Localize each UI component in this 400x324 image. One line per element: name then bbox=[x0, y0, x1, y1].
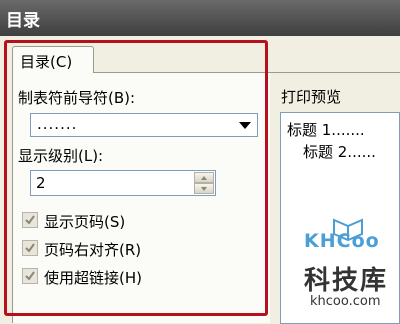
preview-heading-2: 标题 2...... bbox=[303, 143, 376, 161]
watermark-name: 科技库 bbox=[304, 266, 389, 296]
watermark-url: khcoo.com bbox=[310, 294, 381, 309]
preview-heading-1: 标题 1....... bbox=[287, 121, 365, 139]
watermark-logo-text: KHCoo bbox=[304, 230, 380, 252]
dialog-title: 目录 bbox=[6, 11, 40, 31]
dialog-title-bar[interactable]: 目录 bbox=[0, 0, 400, 36]
highlight-frame bbox=[4, 40, 268, 316]
print-preview-title: 打印预览 bbox=[281, 88, 342, 106]
khcoo-watermark: KHCoo 科技库 khcoo.com bbox=[296, 216, 400, 324]
